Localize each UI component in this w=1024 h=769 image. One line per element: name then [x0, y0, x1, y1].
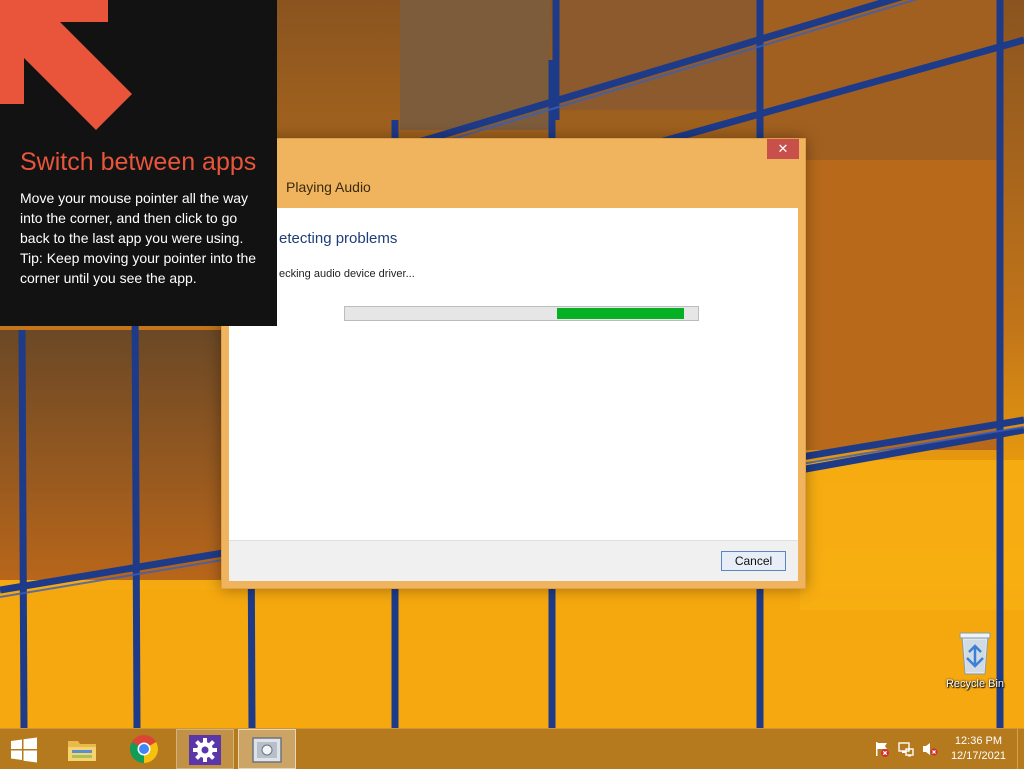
cancel-button[interactable]: Cancel — [721, 551, 786, 571]
start-button[interactable] — [0, 729, 56, 769]
file-explorer-button[interactable] — [56, 729, 112, 769]
tip-title: Switch between apps — [20, 148, 257, 176]
show-desktop-button[interactable] — [1017, 729, 1024, 769]
dialog-footer: Cancel — [229, 540, 798, 581]
progress-bar — [344, 306, 699, 321]
progress-fill — [557, 308, 684, 319]
switch-apps-tip-panel: Switch between apps Move your mouse poin… — [0, 0, 277, 326]
dialog-heading: etecting problems — [279, 230, 398, 247]
recycle-bin-label: Recycle Bin — [945, 678, 1005, 690]
clock-time: 12:36 PM — [954, 735, 1003, 747]
playing-audio-troubleshooter-window: ✕ Playing Audio etecting problems ecking… — [221, 138, 806, 589]
taskbar: 12:36 PM 12/17/2021 — [0, 728, 1024, 769]
action-center-flag-icon[interactable] — [874, 741, 890, 757]
troubleshooter-icon — [252, 737, 282, 763]
system-clock[interactable]: 12:36 PM 12/17/2021 — [951, 734, 1006, 764]
settings-button[interactable] — [176, 729, 234, 769]
speaker-muted-icon[interactable] — [922, 741, 938, 757]
arrow-up-left-icon — [0, 0, 132, 130]
dialog-content: etecting problems ecking audio device dr… — [229, 208, 798, 581]
chrome-button[interactable] — [116, 729, 172, 769]
gear-icon — [189, 735, 221, 765]
clock-date: 12/17/2021 — [950, 750, 1006, 762]
folder-icon — [68, 741, 96, 761]
recycle-bin-desktop-icon[interactable]: Recycle Bin — [938, 628, 1012, 690]
window-title: Playing Audio — [286, 179, 371, 195]
recycle-bin-icon — [959, 632, 991, 675]
tip-body: Move your mouse pointer all the way into… — [20, 188, 260, 288]
chrome-icon — [130, 735, 158, 763]
windows-logo-icon — [11, 737, 37, 763]
tip-line-1: Move your mouse pointer all the way into… — [20, 190, 248, 246]
network-icon[interactable] — [898, 741, 914, 757]
tip-line-2: Tip: Keep moving your pointer into the c… — [20, 250, 257, 286]
close-button[interactable]: ✕ — [767, 139, 799, 159]
status-text: ecking audio device driver... — [279, 268, 415, 280]
troubleshooter-button[interactable] — [238, 729, 296, 769]
